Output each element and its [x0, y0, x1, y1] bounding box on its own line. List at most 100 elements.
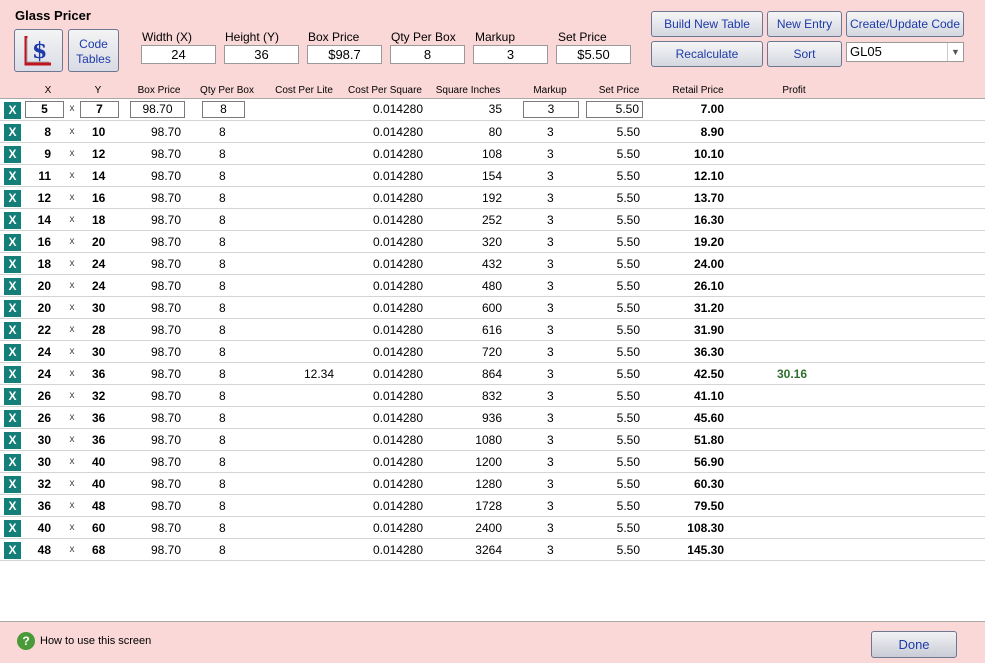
row-set-price-input[interactable]: 5.50 [586, 101, 643, 118]
table-row[interactable]: X 11 x 14 98.70 8 0.014280 154 3 5.50 12.10 [0, 165, 985, 187]
delete-row-button[interactable]: X [4, 410, 21, 427]
delete-row-button[interactable]: X [4, 432, 21, 449]
delete-row-button[interactable]: X [4, 542, 21, 559]
delete-row-button[interactable]: X [4, 520, 21, 537]
delete-row-button[interactable]: X [4, 454, 21, 471]
table-row[interactable]: X 24 x 36 98.70 8 12.34 0.014280 864 3 5.50 42.50 30… [0, 363, 985, 385]
delete-row-button[interactable]: X [4, 256, 21, 273]
delete-row-button[interactable]: X [4, 476, 21, 493]
table-row[interactable]: X 40 x 60 98.70 8 0.014280 2400 3 5.50 108.30 [0, 517, 985, 539]
delete-row-button[interactable]: X [4, 322, 21, 339]
row-y: 16 [92, 191, 106, 205]
row-x: 14 [37, 213, 51, 227]
row-profit [777, 451, 827, 473]
table-row[interactable]: X 24 x 30 98.70 8 0.014280 720 3 5.50 36.30 [0, 341, 985, 363]
row-retail-price: 79.50 [693, 499, 724, 513]
delete-row-button[interactable]: X [4, 344, 21, 361]
table-row[interactable]: X 48 x 68 98.70 8 0.014280 3264 3 5.50 145.30 [0, 539, 985, 561]
row-y: 14 [92, 169, 106, 183]
markup-input[interactable]: 3 [473, 45, 548, 64]
delete-row-button[interactable]: X [4, 498, 21, 515]
code-tables-button[interactable]: Code Tables [68, 29, 119, 72]
row-qty: 8 [219, 191, 226, 205]
row-qty-input[interactable]: 8 [202, 101, 245, 118]
table-row[interactable]: X 5 x 7 98.70 8 0.014280 35 3 5.50 7.00 [0, 99, 985, 121]
row-retail-price: 7.00 [700, 102, 724, 116]
done-button[interactable]: Done [871, 631, 957, 658]
table-row[interactable]: X 36 x 48 98.70 8 0.014280 1728 3 5.50 79.50 [0, 495, 985, 517]
table-row[interactable]: X 30 x 40 98.70 8 0.014280 1200 3 5.50 56.90 [0, 451, 985, 473]
delete-row-button[interactable]: X [4, 300, 21, 317]
row-qty: 8 [219, 125, 226, 139]
recalculate-button[interactable]: Recalculate [651, 41, 763, 67]
code-select[interactable]: GL05 ▼ [846, 42, 964, 62]
table-row[interactable]: X 26 x 32 98.70 8 0.014280 832 3 5.50 41.10 [0, 385, 985, 407]
box-price-label: Box Price [308, 30, 360, 44]
box-price-input[interactable]: $98.7 [307, 45, 382, 64]
row-y: 36 [92, 433, 106, 447]
sort-button[interactable]: Sort [767, 41, 842, 67]
row-cost-per-lite [270, 451, 334, 473]
delete-row-button[interactable]: X [4, 146, 21, 163]
table-row[interactable]: X 18 x 24 98.70 8 0.014280 432 3 5.50 24.00 [0, 253, 985, 275]
row-box-price-input[interactable]: 98.70 [130, 101, 185, 118]
width-input[interactable]: 24 [141, 45, 216, 64]
build-new-table-button[interactable]: Build New Table [651, 11, 763, 37]
table-row[interactable]: X 30 x 36 98.70 8 0.014280 1080 3 5.50 51.80 [0, 429, 985, 451]
price-table[interactable]: X 5 x 7 98.70 8 0.014280 35 3 5.50 7.00 X 8 x 10 98.70 8… [0, 98, 985, 622]
table-row[interactable]: X 16 x 20 98.70 8 0.014280 320 3 5.50 19.20 [0, 231, 985, 253]
help-icon[interactable]: ? [17, 632, 35, 650]
row-set-price: 5.50 [616, 125, 640, 139]
row-profit [777, 341, 827, 363]
row-y-input[interactable]: 7 [80, 101, 119, 118]
table-row[interactable]: X 22 x 28 98.70 8 0.014280 616 3 5.50 31.90 [0, 319, 985, 341]
height-input[interactable]: 36 [224, 45, 299, 64]
times-sign: x [69, 456, 75, 467]
row-set-price: 5.50 [616, 499, 640, 513]
row-profit [777, 275, 827, 297]
row-x: 8 [44, 125, 51, 139]
row-set-price: 5.50 [616, 345, 640, 359]
row-retail-price: 31.90 [693, 323, 724, 337]
row-square-inches: 832 [481, 389, 502, 403]
table-row[interactable]: X 26 x 36 98.70 8 0.014280 936 3 5.50 45.60 [0, 407, 985, 429]
help-link[interactable]: How to use this screen [40, 635, 151, 647]
new-entry-button[interactable]: New Entry [767, 11, 842, 37]
table-row[interactable]: X 20 x 24 98.70 8 0.014280 480 3 5.50 26.10 [0, 275, 985, 297]
qty-per-box-label: Qty Per Box [391, 30, 456, 44]
set-price-input[interactable]: $5.50 [556, 45, 631, 64]
table-row[interactable]: X 8 x 10 98.70 8 0.014280 80 3 5.50 8.90 [0, 121, 985, 143]
delete-row-button[interactable]: X [4, 212, 21, 229]
row-y: 10 [92, 125, 106, 139]
row-profit [777, 319, 827, 341]
table-row[interactable]: X 9 x 12 98.70 8 0.014280 108 3 5.50 10.10 [0, 143, 985, 165]
delete-row-button[interactable]: X [4, 388, 21, 405]
delete-row-button[interactable]: X [4, 168, 21, 185]
row-set-price: 5.50 [616, 389, 640, 403]
delete-row-button[interactable]: X [4, 102, 21, 119]
delete-row-button[interactable]: X [4, 190, 21, 207]
table-row[interactable]: X 12 x 16 98.70 8 0.014280 192 3 5.50 13.70 [0, 187, 985, 209]
create-update-code-button[interactable]: Create/Update Code [846, 11, 964, 37]
chevron-down-icon[interactable]: ▼ [947, 43, 963, 61]
times-sign: x [69, 346, 75, 357]
row-cost-per-lite [270, 495, 334, 517]
row-x-input[interactable]: 5 [25, 101, 64, 118]
table-row[interactable]: X 32 x 40 98.70 8 0.014280 1280 3 5.50 60.30 [0, 473, 985, 495]
col-header-cost-per-lite: Cost Per Lite [275, 85, 333, 96]
row-markup-input[interactable]: 3 [523, 101, 579, 118]
pricing-logo-button[interactable]: $ [14, 29, 63, 72]
row-cost-per-square: 0.014280 [372, 257, 423, 271]
row-set-price: 5.50 [616, 455, 640, 469]
delete-row-button[interactable]: X [4, 234, 21, 251]
delete-row-button[interactable]: X [4, 124, 21, 141]
delete-row-button[interactable]: X [4, 278, 21, 295]
row-box-price: 98.70 [150, 389, 182, 403]
row-profit [777, 429, 827, 451]
row-profit [777, 253, 827, 275]
table-row[interactable]: X 20 x 30 98.70 8 0.014280 600 3 5.50 31.20 [0, 297, 985, 319]
row-retail-price: 41.10 [693, 389, 724, 403]
table-row[interactable]: X 14 x 18 98.70 8 0.014280 252 3 5.50 16.30 [0, 209, 985, 231]
delete-row-button[interactable]: X [4, 366, 21, 383]
qty-per-box-input[interactable]: 8 [390, 45, 465, 64]
